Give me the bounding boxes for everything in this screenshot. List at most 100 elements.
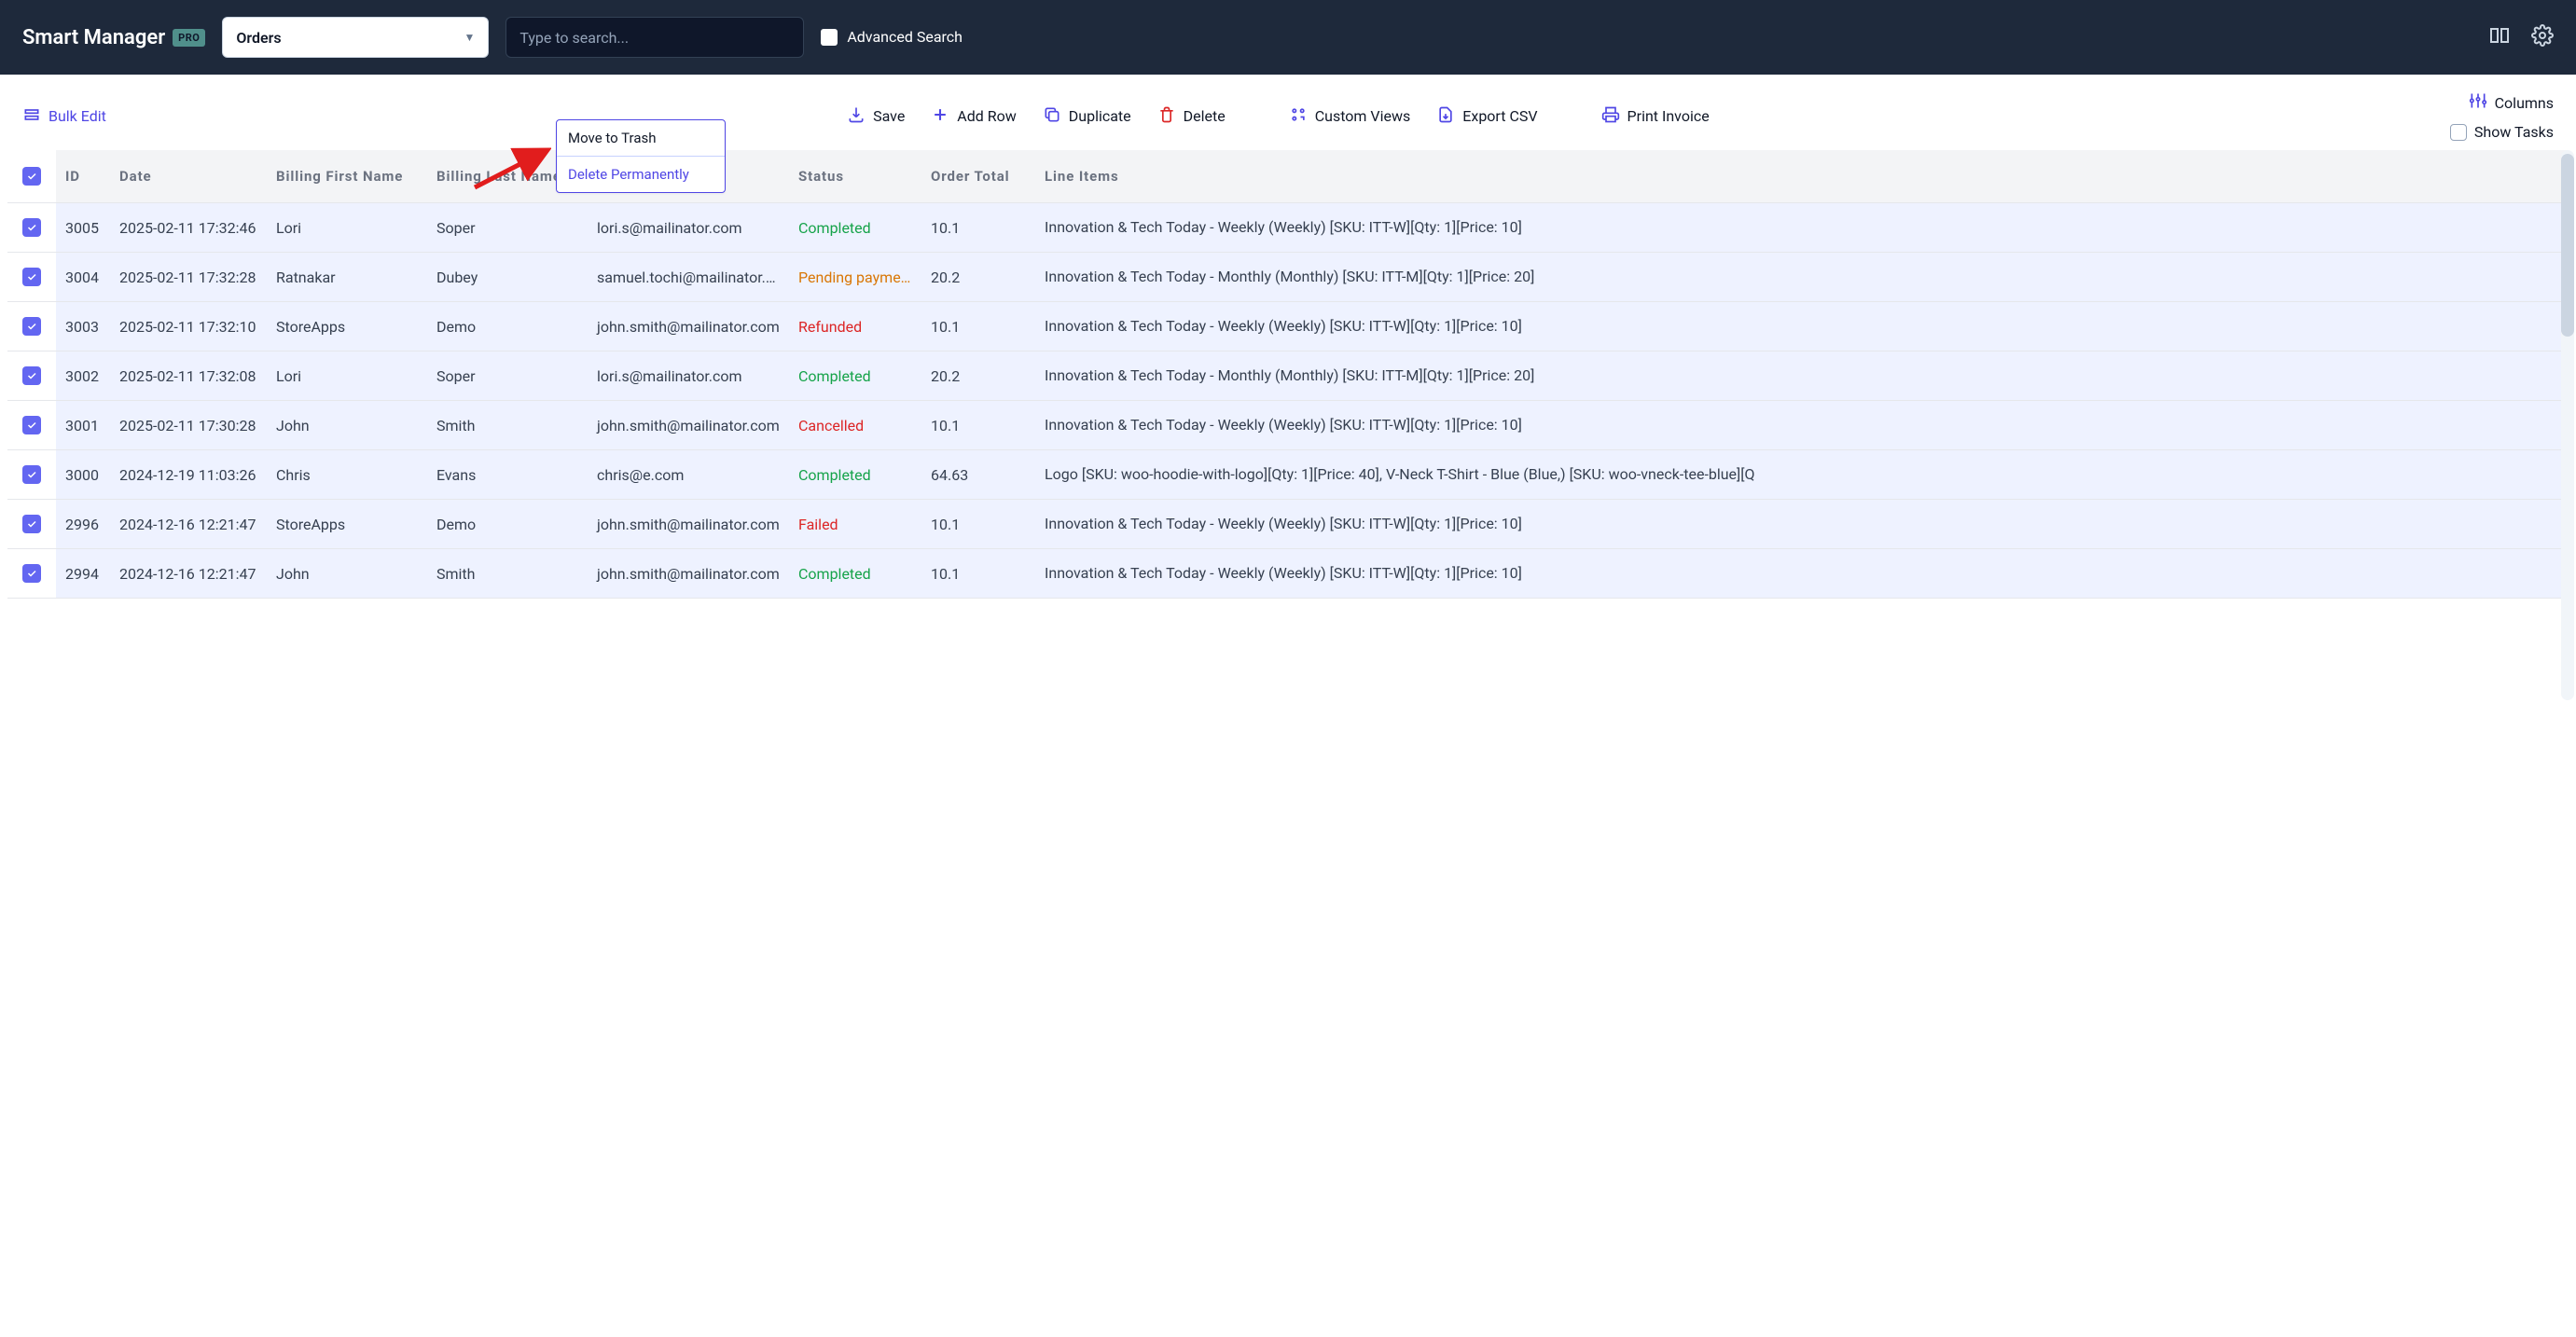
bulk-edit-button[interactable]: Bulk Edit [22,105,106,128]
row-checkbox[interactable] [7,203,56,253]
cell-id[interactable]: 3004 [56,253,110,302]
search-input[interactable]: Type to search... [506,17,804,58]
row-checkbox[interactable] [7,450,56,500]
cell-status[interactable]: Cancelled [789,401,921,450]
cell-total[interactable]: 10.1 [921,401,1035,450]
cell-items[interactable]: Innovation & Tech Today - Monthly (Month… [1035,253,2569,302]
cell-status[interactable]: Completed [789,549,921,599]
cell-email[interactable]: john.smith@mailinator.com [588,500,789,549]
cell-last[interactable]: Evans [427,450,588,500]
cell-last[interactable]: Smith [427,549,588,599]
cell-last[interactable]: Demo [427,302,588,351]
save-button[interactable]: Save [847,105,905,128]
cell-total[interactable]: 20.2 [921,351,1035,401]
row-checkbox[interactable] [7,302,56,351]
row-checkbox[interactable] [7,401,56,450]
cell-first[interactable]: John [267,401,427,450]
cell-items[interactable]: Innovation & Tech Today - Weekly (Weekly… [1035,203,2569,253]
cell-total[interactable]: 10.1 [921,549,1035,599]
cell-first[interactable]: Lori [267,203,427,253]
cell-items[interactable]: Innovation & Tech Today - Monthly (Month… [1035,351,2569,401]
cell-first[interactable]: Ratnakar [267,253,427,302]
table-row[interactable]: 30042025-02-11 17:32:28RatnakarDubeysamu… [7,253,2569,302]
docs-icon[interactable] [2488,24,2511,50]
cell-first[interactable]: John [267,549,427,599]
table-row[interactable]: 30032025-02-11 17:32:10StoreAppsDemojohn… [7,302,2569,351]
cell-status[interactable]: Completed [789,203,921,253]
table-row[interactable]: 29962024-12-16 12:21:47StoreAppsDemojohn… [7,500,2569,549]
cell-first[interactable]: StoreApps [267,500,427,549]
cell-email[interactable]: john.smith@mailinator.com [588,401,789,450]
cell-status[interactable]: Pending payment [789,253,921,302]
cell-email[interactable]: lori.s@mailinator.com [588,203,789,253]
cell-id[interactable]: 2994 [56,549,110,599]
cell-total[interactable]: 10.1 [921,302,1035,351]
cell-last[interactable]: Soper [427,351,588,401]
cell-id[interactable]: 3003 [56,302,110,351]
custom-views-button[interactable]: Custom Views [1289,105,1411,128]
table-row[interactable]: 30012025-02-11 17:30:28JohnSmithjohn.smi… [7,401,2569,450]
cell-id[interactable]: 3002 [56,351,110,401]
cell-date[interactable]: 2025-02-11 17:30:28 [110,401,267,450]
cell-items[interactable]: Innovation & Tech Today - Weekly (Weekly… [1035,401,2569,450]
cell-status[interactable]: Refunded [789,302,921,351]
cell-first[interactable]: Lori [267,351,427,401]
cell-items[interactable]: Innovation & Tech Today - Weekly (Weekly… [1035,500,2569,549]
cell-first[interactable]: Chris [267,450,427,500]
col-total[interactable]: Order Total [921,150,1035,203]
cell-date[interactable]: 2025-02-11 17:32:10 [110,302,267,351]
row-checkbox[interactable] [7,549,56,599]
cell-total[interactable]: 10.1 [921,500,1035,549]
cell-email[interactable]: john.smith@mailinator.com [588,302,789,351]
cell-id[interactable]: 3005 [56,203,110,253]
show-tasks-toggle[interactable]: Show Tasks [2450,123,2554,141]
cell-items[interactable]: Innovation & Tech Today - Weekly (Weekly… [1035,549,2569,599]
row-checkbox[interactable] [7,500,56,549]
post-type-select[interactable]: Orders ▼ [222,17,489,58]
cell-email[interactable]: chris@e.com [588,450,789,500]
table-row[interactable]: 30002024-12-19 11:03:26ChrisEvanschris@e… [7,450,2569,500]
cell-id[interactable]: 3001 [56,401,110,450]
columns-button[interactable]: Columns [2469,91,2554,114]
gear-icon[interactable] [2531,24,2554,50]
cell-last[interactable]: Demo [427,500,588,549]
cell-last[interactable]: Dubey [427,253,588,302]
header-checkbox[interactable] [7,150,56,203]
cell-id[interactable]: 3000 [56,450,110,500]
col-id[interactable]: ID [56,150,110,203]
delete-button[interactable]: Delete [1157,105,1226,128]
cell-email[interactable]: john.smith@mailinator.com [588,549,789,599]
cell-date[interactable]: 2024-12-16 12:21:47 [110,549,267,599]
advanced-search[interactable]: Advanced Search [821,27,963,48]
cell-status[interactable]: Completed [789,351,921,401]
row-checkbox[interactable] [7,253,56,302]
delete-menu-permanent[interactable]: Delete Permanently [557,156,725,192]
cell-date[interactable]: 2024-12-16 12:21:47 [110,500,267,549]
duplicate-button[interactable]: Duplicate [1043,105,1131,128]
col-items[interactable]: Line Items [1035,150,2569,203]
table-row[interactable]: 29942024-12-16 12:21:47JohnSmithjohn.smi… [7,549,2569,599]
vertical-scrollbar[interactable] [2561,150,2574,700]
add-row-button[interactable]: Add Row [931,105,1016,128]
cell-email[interactable]: samuel.tochi@mailinator.com [588,253,789,302]
show-tasks-checkbox[interactable] [2450,124,2467,141]
row-checkbox[interactable] [7,351,56,401]
cell-total[interactable]: 10.1 [921,203,1035,253]
cell-id[interactable]: 2996 [56,500,110,549]
print-invoice-button[interactable]: Print Invoice [1601,105,1710,128]
cell-status[interactable]: Completed [789,450,921,500]
cell-total[interactable]: 64.63 [921,450,1035,500]
cell-total[interactable]: 20.2 [921,253,1035,302]
cell-date[interactable]: 2024-12-19 11:03:26 [110,450,267,500]
cell-first[interactable]: StoreApps [267,302,427,351]
export-csv-button[interactable]: Export CSV [1436,105,1537,128]
cell-date[interactable]: 2025-02-11 17:32:28 [110,253,267,302]
cell-date[interactable]: 2025-02-11 17:32:08 [110,351,267,401]
col-date[interactable]: Date [110,150,267,203]
cell-items[interactable]: Logo [SKU: woo-hoodie-with-logo][Qty: 1]… [1035,450,2569,500]
table-row[interactable]: 30022025-02-11 17:32:08LoriSoperlori.s@m… [7,351,2569,401]
cell-items[interactable]: Innovation & Tech Today - Weekly (Weekly… [1035,302,2569,351]
cell-status[interactable]: Failed [789,500,921,549]
delete-menu-trash[interactable]: Move to Trash [557,120,725,156]
advanced-search-checkbox[interactable] [821,29,838,46]
